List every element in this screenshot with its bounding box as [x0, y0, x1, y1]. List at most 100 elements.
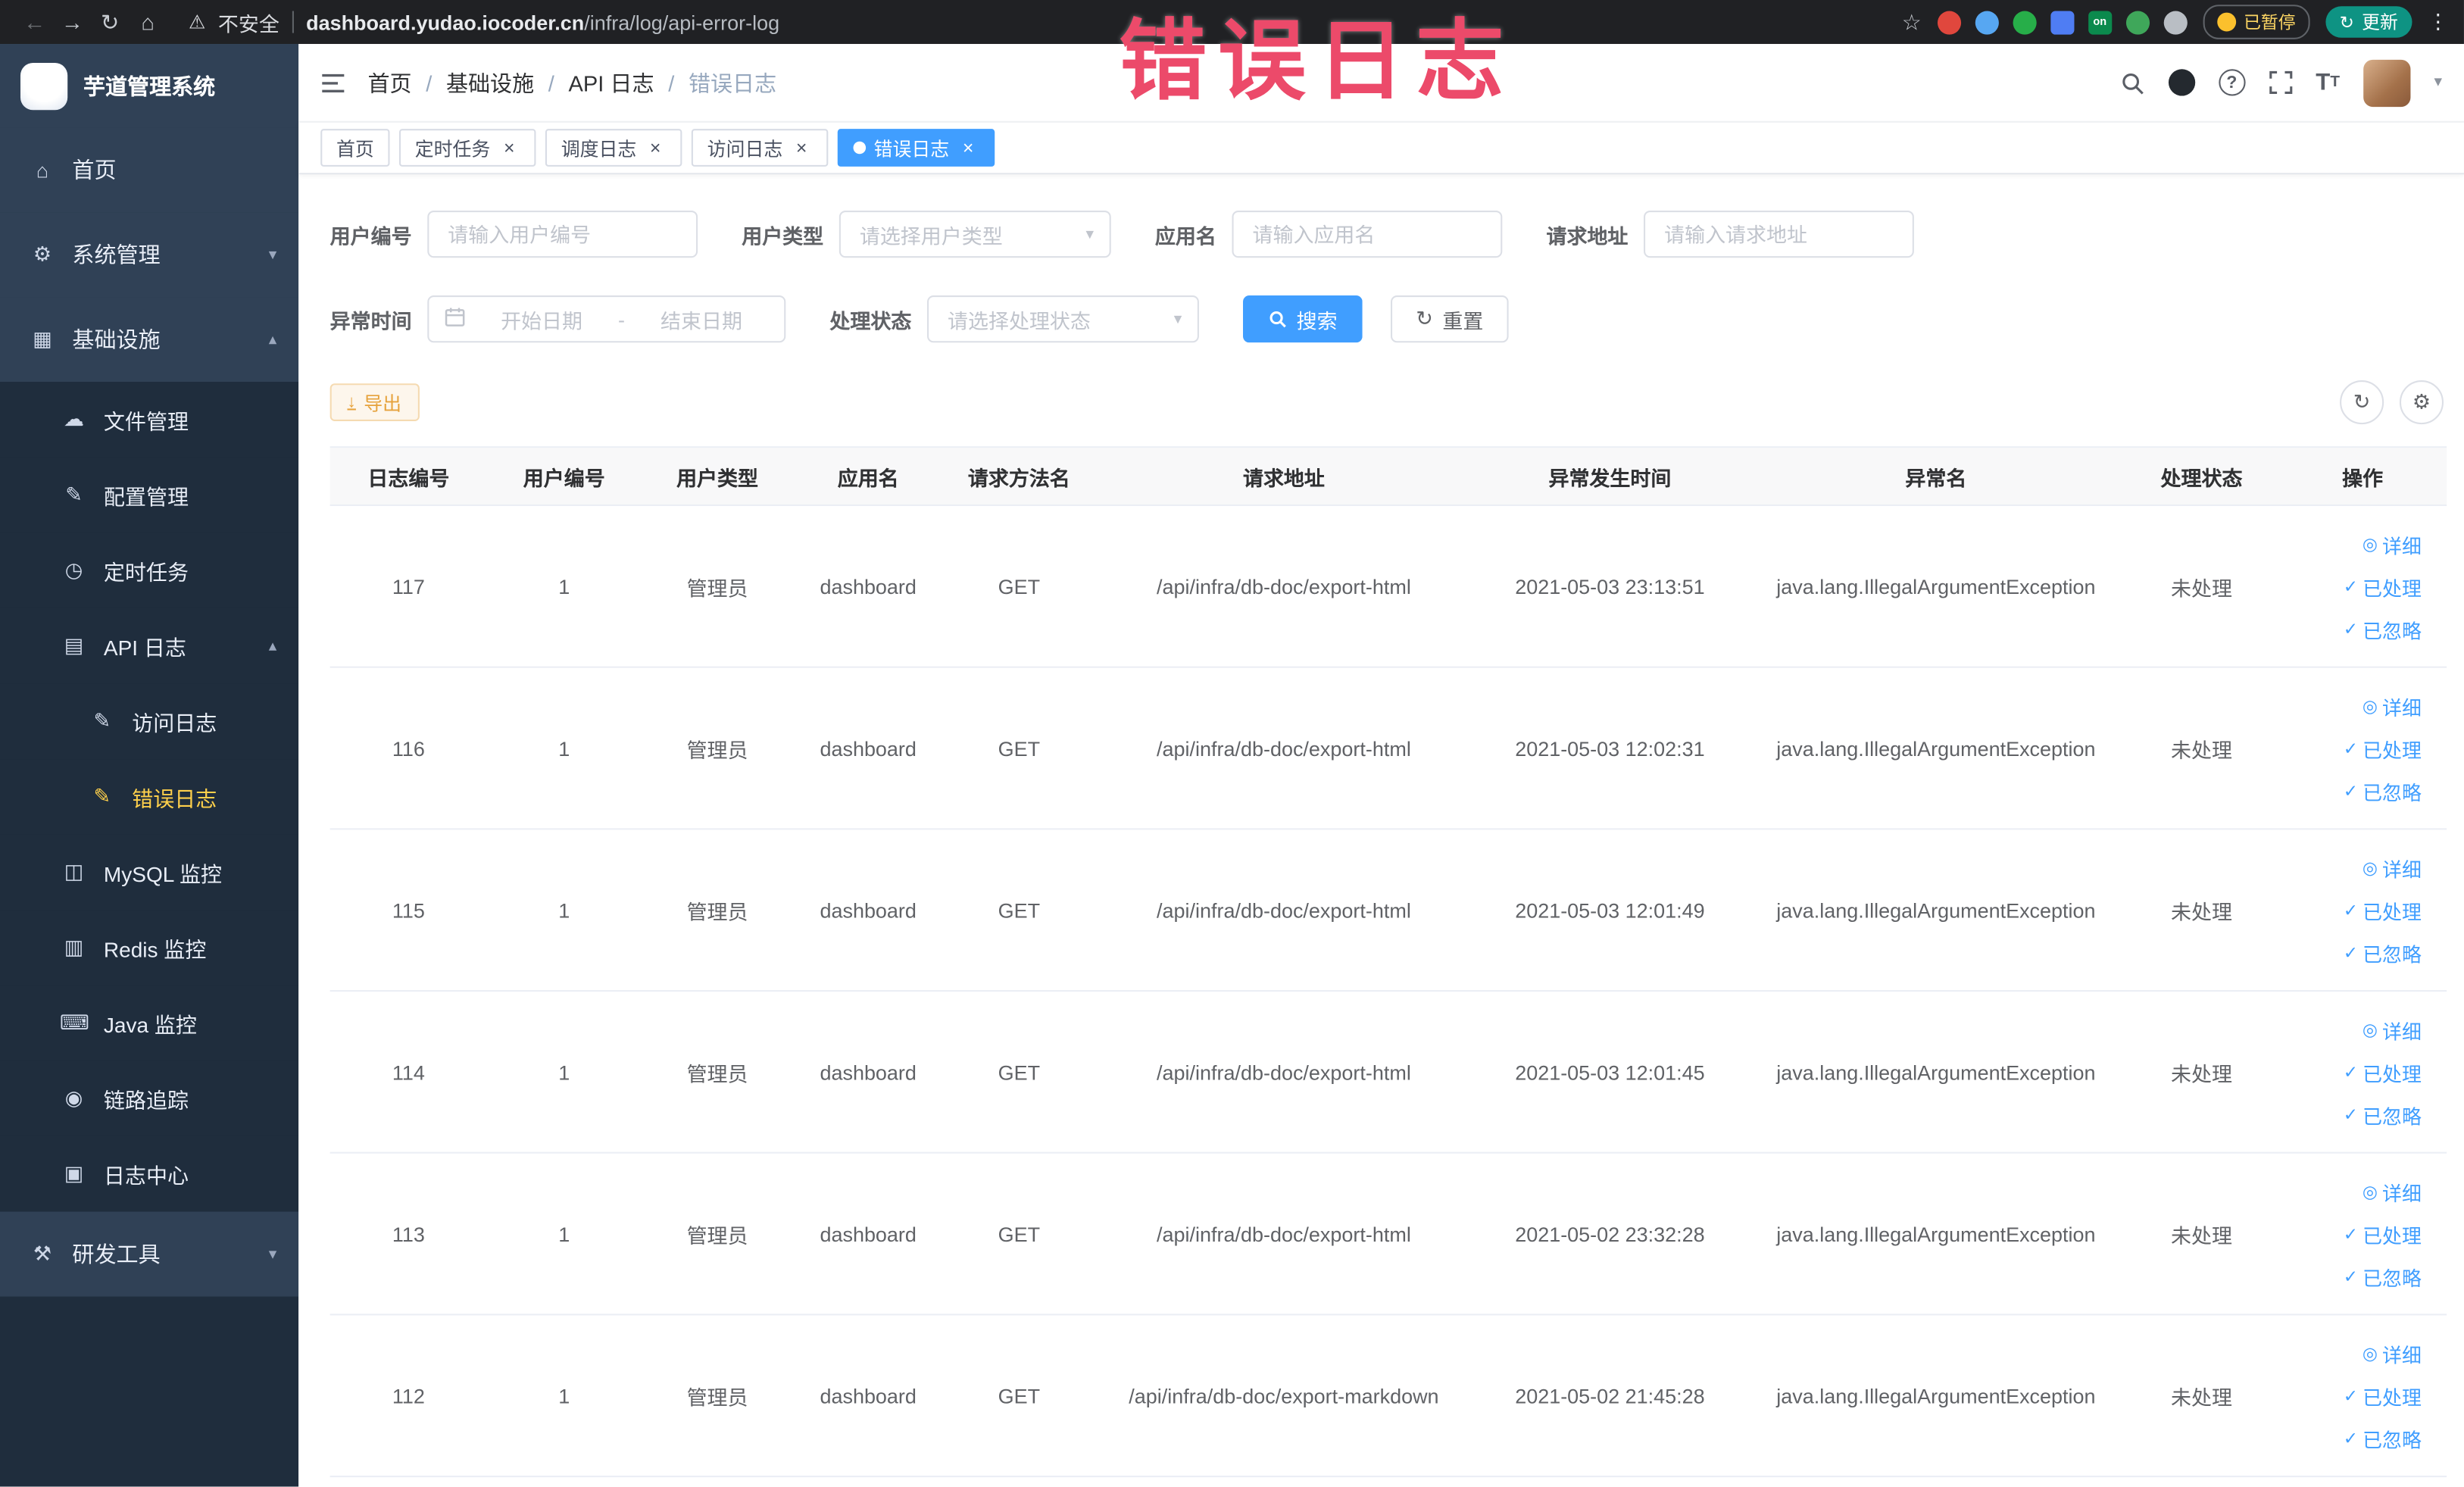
search-button[interactable]: 搜索 [1243, 295, 1363, 343]
sidebar-item-文件管理[interactable]: ☁ 文件管理 [0, 382, 299, 458]
paused-label: 已暂停 [2244, 14, 2296, 33]
search-icon[interactable] [2119, 70, 2144, 95]
ignore-link[interactable]: ✓ 已忽略 [2344, 1099, 2422, 1129]
ignore-link[interactable]: ✓ 已忽略 [2344, 614, 2422, 643]
ignore-link[interactable]: ✓ 已忽略 [2344, 776, 2422, 805]
check-icon: ✓ [2343, 1386, 2358, 1406]
detail-link[interactable]: ◎ 详细 [2363, 529, 2422, 558]
tab-错误日志[interactable]: 错误日志 × [837, 129, 995, 167]
back-icon[interactable]: ← [16, 9, 54, 34]
processed-link[interactable]: ✓ 已处理 [2344, 1381, 2422, 1410]
sidebar-item-日志中心[interactable]: ▣ 日志中心 [0, 1136, 299, 1212]
processed-link[interactable]: ✓ 已处理 [2344, 1219, 2422, 1248]
date-range-picker[interactable]: 开始日期 - 结束日期 [427, 295, 786, 343]
user-type-select[interactable]: 请选择用户类型 ▾ [839, 210, 1111, 258]
cell-url: /api/infra/db-doc/export-html [1157, 1222, 1411, 1246]
sidebar-item-MySQL 监控[interactable]: ◫ MySQL 监控 [0, 834, 299, 911]
column-header: 用户编号 [523, 466, 605, 490]
browser-menu-icon[interactable]: ⋮ [2428, 9, 2448, 34]
refresh-circle-button[interactable]: ↻ [2340, 380, 2384, 425]
detail-link[interactable]: ◎ 详细 [2363, 852, 2422, 882]
trace-icon: ◉ [64, 1086, 83, 1110]
bookmark-star-icon[interactable]: ☆ [1902, 8, 1922, 35]
sidebar-item-API 日志[interactable]: ▤ API 日志 ▴ [0, 608, 299, 684]
chevron-down-icon: ▾ [268, 1245, 277, 1263]
ignore-link[interactable]: ✓ 已忽略 [2344, 1261, 2422, 1291]
extension-red-icon[interactable] [1937, 10, 1961, 34]
processed-link[interactable]: ✓ 已处理 [2344, 895, 2422, 924]
breadcrumb-item[interactable]: API 日志 [569, 67, 654, 98]
sidebar-item-定时任务[interactable]: ◷ 定时任务 [0, 533, 299, 608]
tab-调度日志[interactable]: 调度日志 × [545, 129, 682, 167]
reload-icon[interactable]: ↻ [91, 8, 129, 35]
sidebar-item-基础设施[interactable]: ▦ 基础设施 ▴ [0, 297, 299, 383]
extension-leaf-icon[interactable] [2125, 10, 2150, 34]
cell-status: 未处理 [2171, 576, 2232, 600]
paused-extension-badge[interactable]: 已暂停 [2203, 5, 2310, 39]
processed-link[interactable]: ✓ 已处理 [2344, 733, 2422, 763]
processed-link[interactable]: ✓ 已处理 [2344, 571, 2422, 601]
close-icon[interactable]: × [498, 136, 520, 158]
reset-button[interactable]: ↻ 重置 [1391, 295, 1509, 343]
close-icon[interactable]: × [791, 136, 813, 158]
status-select[interactable]: 请选择处理状态 ▾ [927, 295, 1199, 343]
hamburger-icon[interactable] [320, 71, 345, 93]
close-icon[interactable]: × [645, 136, 667, 158]
column-header: 异常发生时间 [1548, 466, 1672, 490]
sidebar-item-配置管理[interactable]: ✎ 配置管理 [0, 457, 299, 533]
sidebar-item-Redis 监控[interactable]: ▥ Redis 监控 [0, 910, 299, 986]
sidebar-item-label: Redis 监控 [103, 938, 207, 962]
detail-link[interactable]: ◎ 详细 [2363, 1339, 2422, 1368]
request-url-input[interactable] [1644, 210, 1914, 258]
export-button[interactable]: ↓ 导出 [329, 383, 419, 421]
avatar[interactable] [2363, 58, 2411, 107]
sidebar-item-链路追踪[interactable]: ◉ 链路追踪 [0, 1061, 299, 1136]
help-icon[interactable]: ? [2218, 69, 2245, 96]
breadcrumb-item[interactable]: 基础设施 [446, 67, 534, 98]
sidebar-item-label: API 日志 [103, 636, 186, 661]
action-label: 详细 [2382, 1344, 2422, 1367]
detail-link[interactable]: ◎ 详细 [2363, 1176, 2422, 1206]
app-logo[interactable]: 芋道管理系统 [0, 44, 299, 128]
ignore-link[interactable]: ✓ 已忽略 [2344, 1423, 2422, 1453]
address-bar[interactable]: ⚠ 不安全 dashboard.yudao.iocoder.cn/infra/l… [189, 7, 779, 36]
check-icon: ✓ [2343, 901, 2358, 920]
sidebar-item-研发工具[interactable]: ⚒ 研发工具 ▾ [0, 1211, 299, 1297]
user-id-input[interactable] [427, 210, 698, 258]
detail-link[interactable]: ◎ 详细 [2363, 691, 2422, 720]
chevron-down-icon[interactable]: ▾ [2434, 74, 2441, 92]
font-size-icon[interactable]: TT [2316, 70, 2340, 94]
fullscreen-icon[interactable] [2269, 70, 2292, 94]
github-icon[interactable] [2168, 69, 2195, 96]
sidebar-item-Java 监控[interactable]: ⌨ Java 监控 [0, 985, 299, 1061]
home-icon[interactable]: ⌂ [129, 9, 167, 34]
sidebar-item-错误日志[interactable]: ✎ 错误日志 [0, 759, 299, 835]
cell-exception: java.lang.IllegalArgumentException [1776, 1222, 2096, 1246]
breadcrumb-item[interactable]: 首页 [367, 67, 411, 98]
browser-update-button[interactable]: ↻ 更新 [2325, 6, 2412, 38]
cell-method: GET [998, 1222, 1041, 1246]
forward-icon[interactable]: → [54, 9, 92, 34]
extension-paw-icon[interactable] [2163, 10, 2188, 34]
extension-blue-grid-icon[interactable] [2050, 10, 2075, 34]
tab-首页[interactable]: 首页 [320, 129, 390, 167]
cell-url: /api/infra/db-doc/export-html [1157, 736, 1411, 761]
ignore-link[interactable]: ✓ 已忽略 [2344, 937, 2422, 967]
sidebar-item-首页[interactable]: ⌂ 首页 [0, 127, 299, 213]
tab-访问日志[interactable]: 访问日志 × [691, 129, 829, 167]
tab-定时任务[interactable]: 定时任务 × [398, 129, 536, 167]
end-date-placeholder: 结束日期 [661, 308, 742, 333]
close-icon[interactable]: × [957, 136, 979, 158]
detail-link[interactable]: ◎ 详细 [2363, 1014, 2422, 1044]
extension-on-badge-icon[interactable]: on [2088, 10, 2112, 34]
column-settings-button[interactable]: ⚙ [2399, 380, 2444, 425]
extension-blue-icon[interactable] [1975, 10, 1999, 34]
sidebar-item-访问日志[interactable]: ✎ 访问日志 [0, 683, 299, 760]
extension-green-circle-icon[interactable] [2013, 10, 2037, 34]
sidebar-item-系统管理[interactable]: ⚙ 系统管理 ▾ [0, 212, 299, 298]
processed-link[interactable]: ✓ 已处理 [2344, 1057, 2422, 1086]
app-name-input[interactable] [1232, 210, 1503, 258]
cell-method: GET [998, 574, 1041, 598]
action-label: 已忽略 [2363, 943, 2422, 966]
url-text: dashboard.yudao.iocoder.cn/infra/log/api… [306, 10, 779, 33]
